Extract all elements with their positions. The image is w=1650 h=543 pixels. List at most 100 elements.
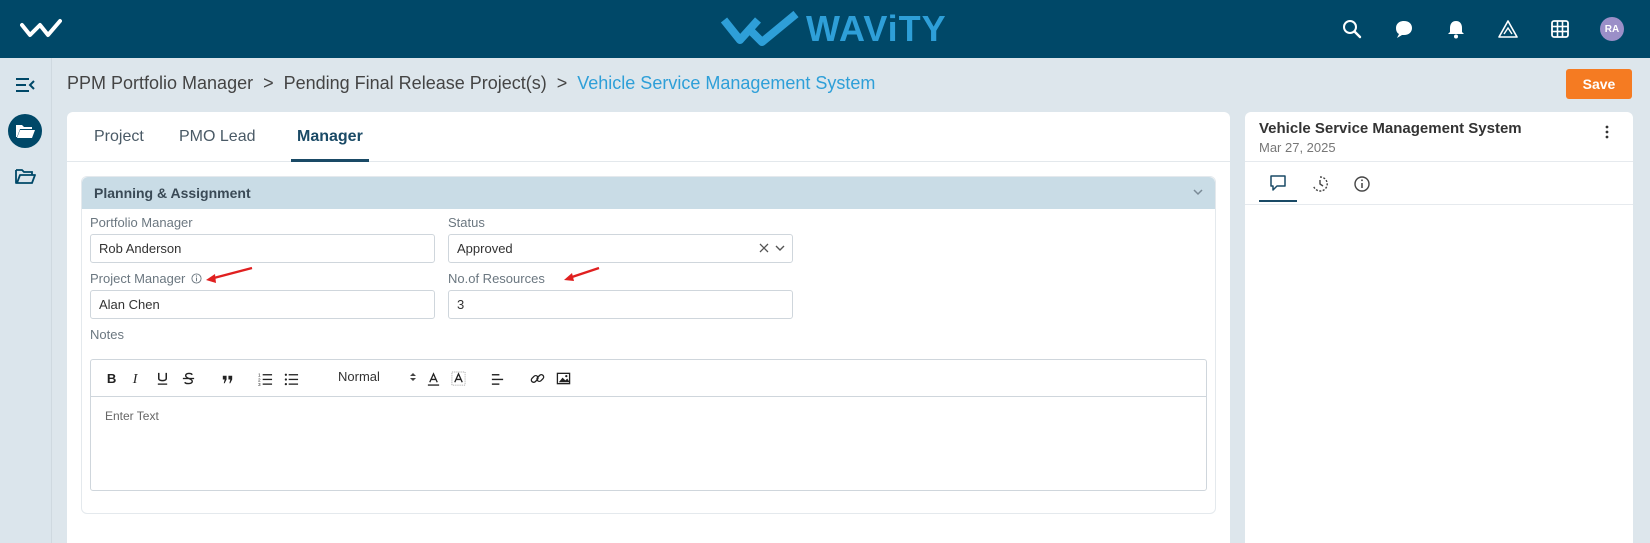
annotation-arrow-icon (206, 266, 253, 283)
status-value: Approved (457, 241, 513, 256)
section-header[interactable]: Planning & Assignment (82, 177, 1215, 209)
comment-icon (1270, 175, 1286, 191)
menu-collapse-icon (16, 78, 35, 92)
search-icon (1343, 20, 1362, 39)
brand-mark-icon (720, 10, 799, 46)
divider (1245, 204, 1633, 205)
brand-name: WAViTY (806, 8, 947, 49)
quote-icon (222, 375, 232, 383)
format-select[interactable]: Normal (338, 369, 418, 384)
clear-icon[interactable] (758, 242, 770, 254)
avatar: RA (1600, 17, 1624, 41)
folder-open-icon (16, 125, 35, 138)
updown-icon (410, 373, 416, 381)
bullet-list-button[interactable] (282, 369, 300, 387)
main-panel: Project PMO Lead Manager Planning & Assi… (67, 112, 1230, 543)
resources-label: No.of Resources (448, 271, 545, 286)
text-color-button[interactable] (424, 369, 442, 387)
user-menu-button[interactable]: RA (1586, 0, 1638, 58)
chat-icon (1396, 21, 1412, 38)
chat-button[interactable] (1378, 0, 1430, 58)
ordered-list-icon: 123 (258, 372, 272, 386)
apps-button[interactable] (1534, 0, 1586, 58)
save-button[interactable]: Save (1566, 69, 1632, 99)
breadcrumb-item-portfolio-manager[interactable]: PPM Portfolio Manager (67, 73, 253, 94)
underline-icon (157, 372, 167, 385)
underline-button[interactable] (153, 369, 171, 387)
tab-project[interactable]: Project (94, 128, 144, 162)
info-icon[interactable] (191, 273, 202, 284)
planning-assignment-section: Planning & Assignment Portfolio Manager … (81, 176, 1216, 514)
bold-button[interactable]: B (102, 369, 120, 387)
ordered-list-button[interactable]: 123 (256, 369, 274, 387)
notifications-button[interactable] (1430, 0, 1482, 58)
svg-text:B: B (106, 371, 115, 386)
tab-manager[interactable]: Manager (291, 128, 369, 162)
editor-toolbar: B I 123 Normal (91, 360, 1206, 397)
status-select[interactable]: Approved (448, 234, 793, 263)
bell-icon (1448, 21, 1464, 39)
notes-editor: B I 123 Normal Enter Text (90, 359, 1207, 491)
project-manager-label-text: Project Manager (90, 271, 186, 286)
header-actions: RA (1326, 0, 1638, 58)
divider (1245, 161, 1633, 162)
project-manager-field[interactable]: Alan Chen (90, 290, 435, 319)
breadcrumb-item-pending-release[interactable]: Pending Final Release Project(s) (284, 73, 547, 94)
image-icon (556, 372, 570, 384)
brand-logo: WAViTY (720, 8, 947, 50)
background-color-button[interactable] (449, 369, 467, 387)
bullet-list-icon (284, 373, 298, 385)
breadcrumb: PPM Portfolio Manager > Pending Final Re… (67, 73, 875, 94)
italic-button[interactable]: I (127, 369, 145, 387)
project-manager-label: Project Manager (90, 271, 202, 286)
sidebar-item-projects[interactable] (8, 160, 42, 194)
portfolio-manager-field[interactable]: Rob Anderson (90, 234, 435, 263)
strike-icon (182, 372, 194, 384)
strike-button[interactable] (179, 369, 197, 387)
tab-info[interactable] (1343, 166, 1381, 202)
section-title: Planning & Assignment (94, 185, 251, 201)
status-label: Status (448, 215, 485, 230)
notes-text-area[interactable]: Enter Text (91, 397, 1206, 435)
details-title: Vehicle Service Management System (1259, 120, 1522, 137)
chevron-down-icon[interactable] (1191, 185, 1205, 199)
breadcrumb-separator: > (263, 73, 274, 93)
format-value: Normal (338, 369, 380, 384)
align-icon (491, 373, 503, 385)
annotation-arrow-icon (564, 266, 600, 281)
search-button[interactable] (1326, 0, 1378, 58)
link-icon (530, 373, 544, 383)
info-icon (1354, 176, 1370, 192)
quote-button[interactable] (218, 369, 236, 387)
more-options-icon[interactable] (1599, 124, 1615, 140)
tab-comments[interactable] (1259, 166, 1297, 202)
left-rail (0, 58, 52, 543)
chevron-down-icon[interactable] (774, 242, 786, 254)
folder-icon (15, 169, 36, 184)
notes-label: Notes (90, 327, 124, 342)
breadcrumb-current: Vehicle Service Management System (577, 73, 876, 93)
svg-text:3: 3 (258, 382, 261, 386)
home-logo-icon[interactable] (20, 17, 62, 41)
text-color-icon (427, 371, 439, 386)
tab-bar: Project PMO Lead Manager (67, 112, 1230, 162)
resources-field[interactable]: 3 (448, 290, 793, 319)
details-date: Mar 27, 2025 (1259, 140, 1336, 155)
bold-icon: B (106, 371, 115, 386)
history-icon (1312, 176, 1328, 192)
sidebar-item-portfolio[interactable] (8, 114, 42, 148)
align-button[interactable] (488, 369, 506, 387)
portfolio-manager-label: Portfolio Manager (90, 215, 193, 230)
tab-pmo-lead[interactable]: PMO Lead (179, 128, 255, 162)
collapse-menu-button[interactable] (8, 68, 42, 102)
link-button[interactable] (528, 369, 546, 387)
image-button[interactable] (554, 369, 572, 387)
alerts-button[interactable] (1482, 0, 1534, 58)
grid-icon (1551, 20, 1569, 38)
details-panel: Vehicle Service Management System Mar 27… (1245, 112, 1633, 543)
italic-icon: I (131, 371, 138, 386)
tab-history[interactable] (1301, 166, 1339, 202)
status-controls (758, 242, 786, 254)
svg-text:I: I (131, 371, 138, 386)
background-color-icon (451, 371, 465, 385)
